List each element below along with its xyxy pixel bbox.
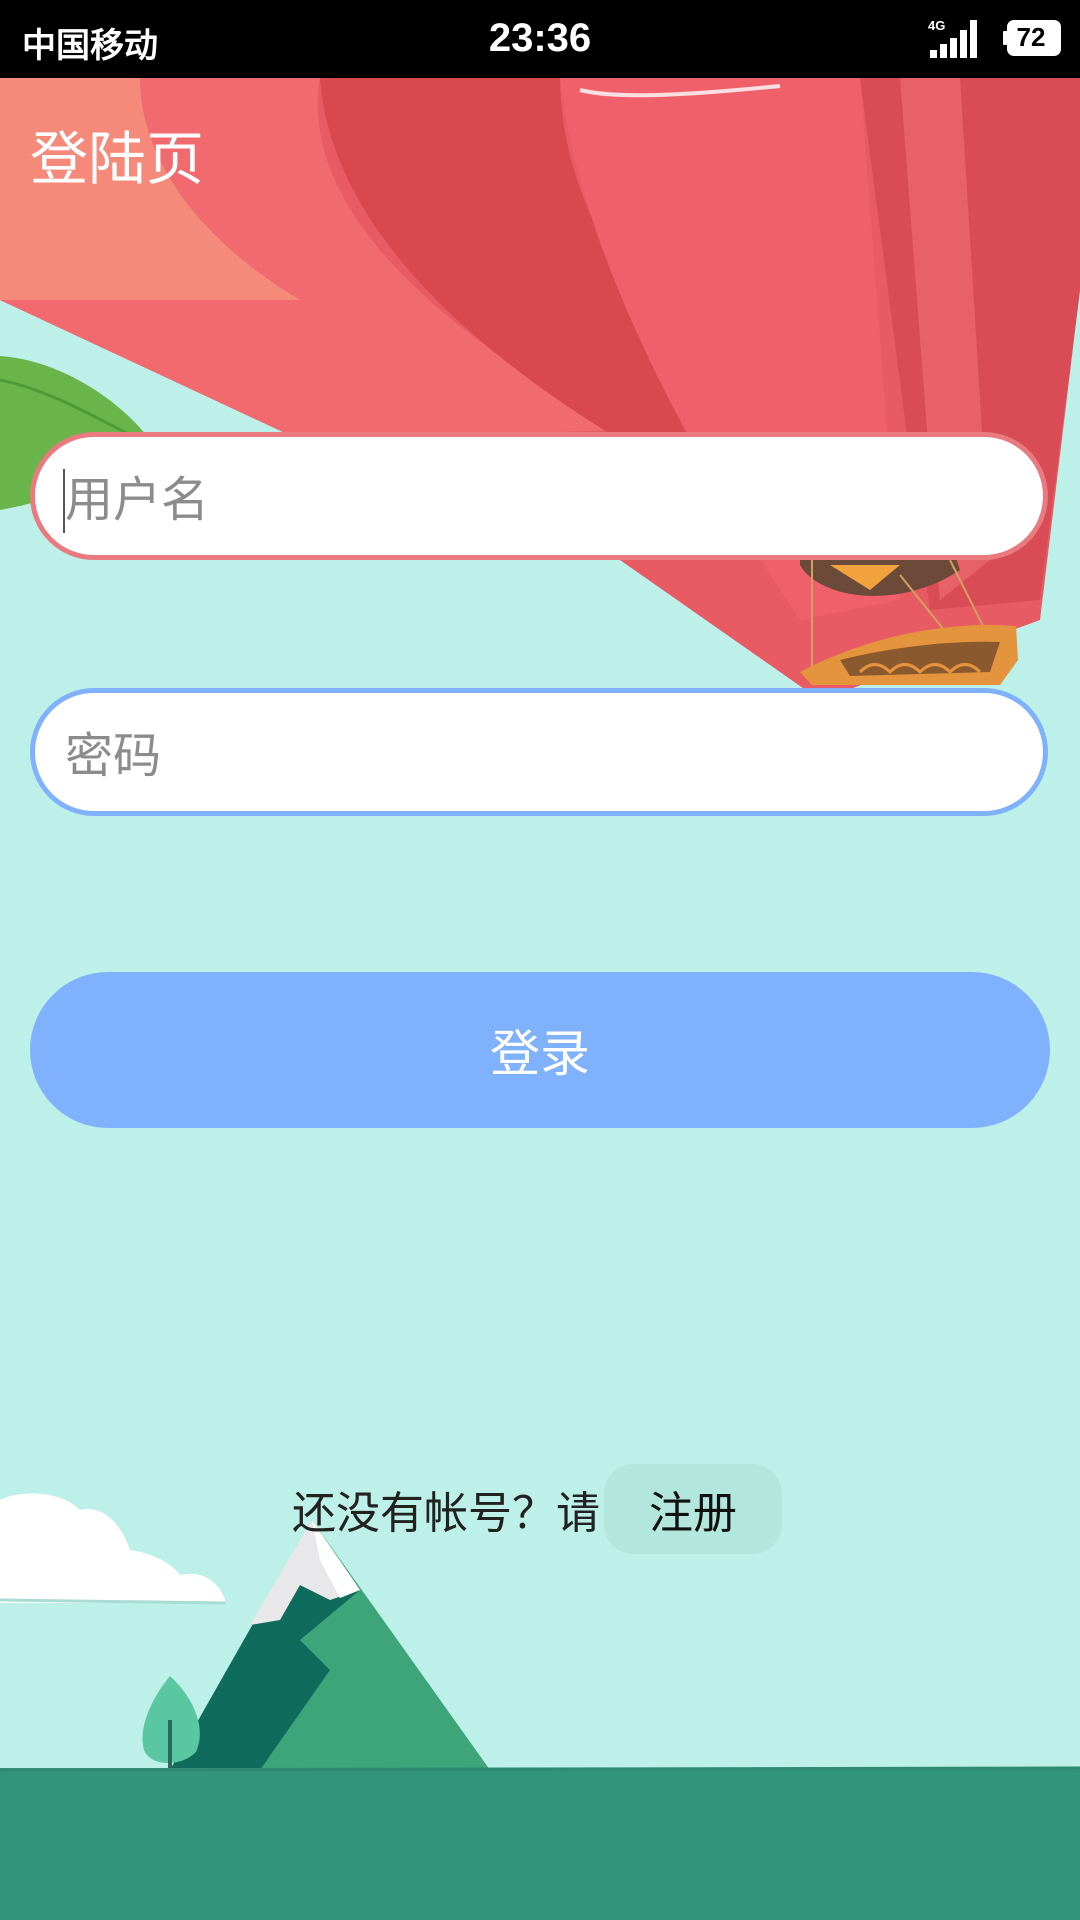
username-field[interactable]	[30, 432, 1048, 563]
signal-icon	[930, 20, 977, 58]
status-clock: 23:36	[488, 16, 592, 60]
background-illustration	[0, 78, 1080, 1920]
login-button[interactable]: 登录	[30, 972, 1050, 1128]
status-bar: 中国移动 23:36 4G 72	[0, 0, 1080, 78]
register-row: 还没有帐号？请 注册	[292, 1464, 782, 1554]
page-title: 登陆页	[30, 125, 205, 193]
username-input[interactable]	[63, 437, 1007, 563]
register-prompt: 还没有帐号？请	[292, 1488, 600, 1539]
ground-illustration	[0, 1768, 1080, 1920]
battery-level: 72	[1016, 22, 1046, 52]
register-button[interactable]: 注册	[604, 1464, 782, 1554]
tree-illustration	[142, 1676, 200, 1770]
mountain-illustration	[170, 1520, 490, 1770]
login-screen: 中国移动 23:36 4G 72 登陆页 登录 还没有帐号？请 注册	[0, 0, 1080, 1920]
password-input[interactable]	[63, 693, 1007, 819]
text-cursor	[63, 469, 65, 533]
cloud-illustration	[0, 1493, 227, 1605]
password-field[interactable]	[30, 688, 1048, 819]
